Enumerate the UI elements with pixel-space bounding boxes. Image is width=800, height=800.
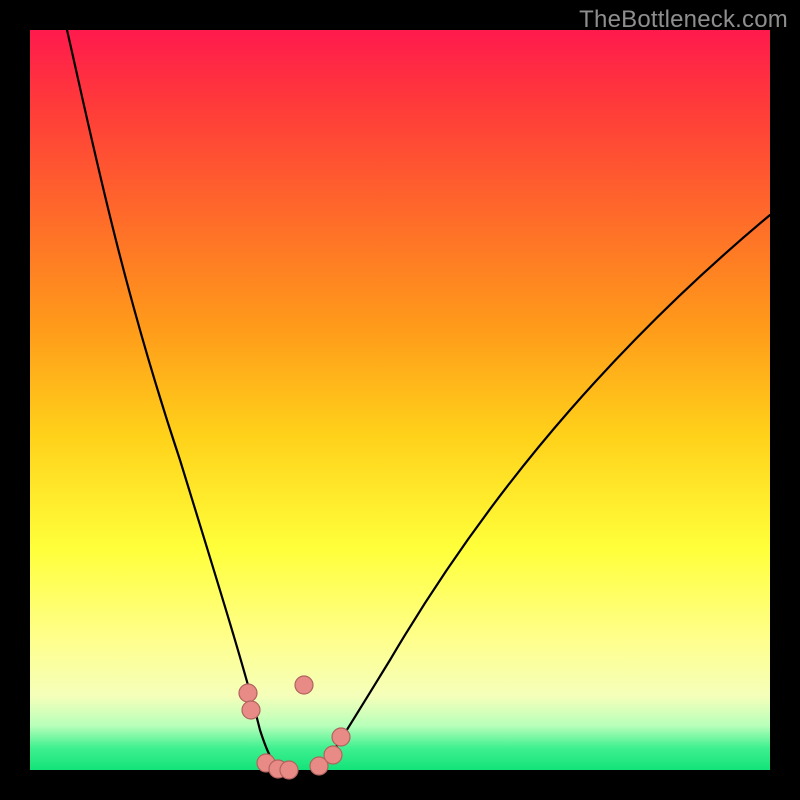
frame: TheBottleneck.com (0, 0, 800, 800)
data-point (324, 746, 342, 764)
curve-right (320, 215, 770, 770)
bottleneck-curve (30, 30, 770, 770)
watermark-text: TheBottleneck.com (579, 6, 788, 34)
data-point (332, 728, 350, 746)
data-points (239, 676, 350, 779)
curve-left (67, 30, 280, 770)
data-point (242, 701, 260, 719)
data-point (295, 676, 313, 694)
plot-area (30, 30, 770, 770)
data-point (239, 684, 257, 702)
data-point (280, 761, 298, 779)
